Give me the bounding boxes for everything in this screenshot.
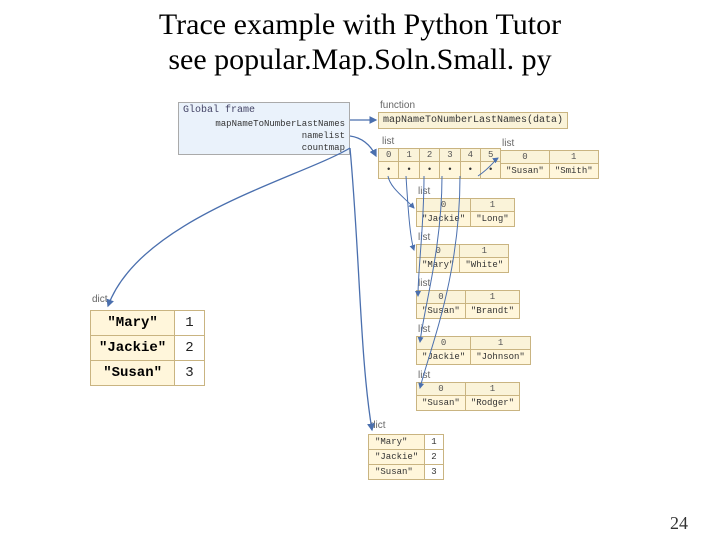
v: "Rodger" [465,396,519,411]
v: "Susan" [417,304,466,319]
slide-title: Trace example with Python Tutor see popu… [0,8,720,77]
function-signature: mapNameToNumberLastNames(data) [378,112,568,129]
i: 1 [465,291,519,304]
dict-val: 3 [425,465,443,480]
v: "Susan" [417,396,466,411]
ptr-cell: • [460,162,480,179]
ptr-cell: • [440,162,460,179]
i: 1 [460,245,509,258]
v: "Jackie" [417,350,471,365]
sublist-type-label: list [418,278,430,289]
title-line-1: Trace example with Python Tutor [159,8,561,41]
sublist-type-label: list [418,232,430,243]
sublist-type-label: list [502,138,514,149]
ptr-cell: • [379,162,399,179]
v: "Jackie" [417,212,471,227]
sublist-type-label: list [418,324,430,335]
title-line-2: see popular.Map.Soln.Small. py [168,43,551,76]
v: "Mary" [417,258,460,273]
dict-val: 1 [175,311,204,336]
v: "Smith" [549,164,598,179]
sublist-2: 01 "Mary""White" [416,244,509,273]
dict-key: "Mary" [91,311,175,336]
global-frame-title: Global frame [179,103,349,118]
sublist-type-label: list [418,186,430,197]
dict-key: "Mary" [369,435,425,450]
i: 0 [417,337,471,350]
ptr-cell: • [481,162,501,179]
i: 1 [471,199,514,212]
i: 0 [417,291,466,304]
idx-cell: 3 [440,149,460,162]
countmap-type-label: dict [92,294,108,305]
dict-key: "Jackie" [369,450,425,465]
dict-val: 2 [425,450,443,465]
i: 1 [471,337,531,350]
idx-cell: 5 [481,149,501,162]
v: "White" [460,258,509,273]
sublist-0: 01 "Susan""Smith" [500,150,599,179]
i: 1 [549,151,598,164]
i: 0 [417,245,460,258]
sublist-3: 01 "Susan""Brandt" [416,290,520,319]
diagram-stage: Global frame mapNameToNumberLastNames na… [0,98,720,548]
countmap-dict-small: "Mary"1 "Jackie"2 "Susan"3 [368,434,444,480]
countmap-small-type-label: dict [370,420,386,431]
countmap-dict-large: "Mary"1 "Jackie"2 "Susan"3 [90,310,205,386]
dict-val: 3 [175,361,204,386]
page-number: 24 [670,513,688,534]
idx-cell: 4 [460,149,480,162]
i: 0 [417,199,471,212]
global-var-countmap: countmap [179,142,349,154]
dict-key: "Susan" [91,361,175,386]
sublist-type-label: list [418,370,430,381]
sublist-1: 01 "Jackie""Long" [416,198,515,227]
global-var-mapfn: mapNameToNumberLastNames [179,118,349,130]
function-type-label: function [380,100,415,111]
ptr-cell: • [399,162,419,179]
dict-key: "Susan" [369,465,425,480]
v: "Susan" [501,164,550,179]
v: "Johnson" [471,350,531,365]
dict-key: "Jackie" [91,336,175,361]
i: 0 [417,383,466,396]
idx-cell: 0 [379,149,399,162]
idx-cell: 2 [419,149,439,162]
namelist-index-table: 0 1 2 3 4 5 • • • • • • [378,148,501,179]
ptr-cell: • [419,162,439,179]
namelist-type-label: list [382,136,394,147]
sublist-4: 01 "Jackie""Johnson" [416,336,531,365]
idx-cell: 1 [399,149,419,162]
i: 1 [465,383,519,396]
v: "Long" [471,212,514,227]
global-frame: Global frame mapNameToNumberLastNames na… [178,102,350,155]
v: "Brandt" [465,304,519,319]
i: 0 [501,151,550,164]
namelist-list: 0 1 2 3 4 5 • • • • • • [378,148,501,179]
dict-val: 2 [175,336,204,361]
sublist-5: 01 "Susan""Rodger" [416,382,520,411]
global-var-namelist: namelist [179,130,349,142]
dict-val: 1 [425,435,443,450]
